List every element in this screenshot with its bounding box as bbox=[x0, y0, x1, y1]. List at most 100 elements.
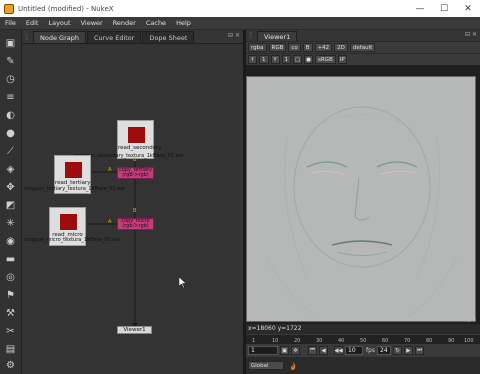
copy-micro-node[interactable]: copy_micro (rgb->rgb) bbox=[117, 218, 154, 230]
channels-dropdown[interactable]: RGB bbox=[268, 43, 287, 52]
read-thumbnail bbox=[60, 214, 77, 230]
transform-icon[interactable]: ✥ bbox=[4, 181, 17, 194]
flame-icon bbox=[291, 361, 296, 370]
mouse-cursor-icon bbox=[179, 277, 187, 288]
read-secondary-file: mugsun_secondary_textura_1kfface_01.exr bbox=[75, 153, 184, 159]
menu-render[interactable]: Render bbox=[108, 19, 141, 27]
fps-label: fps bbox=[366, 347, 376, 354]
format-label: square_2k bbox=[450, 316, 476, 322]
color-channel-dropdown[interactable]: co bbox=[288, 43, 301, 52]
deep-icon[interactable]: ◉ bbox=[4, 235, 17, 248]
lut-dropdown[interactable]: sRGB bbox=[315, 55, 336, 64]
face-texture-image bbox=[266, 106, 458, 318]
filter-icon[interactable]: ● bbox=[4, 127, 17, 140]
read-tertiary-file: mugsun_tertiary_textura_1kfface_01.exr bbox=[24, 186, 126, 192]
last-frame-icon[interactable]: ⏭ bbox=[415, 346, 425, 355]
step-back-icon[interactable]: ◀◀ bbox=[334, 346, 343, 355]
first-frame-icon[interactable]: ⏮ bbox=[308, 346, 317, 355]
menu-layout[interactable]: Layout bbox=[43, 19, 75, 27]
toolsets-icon[interactable]: ⚑ bbox=[4, 289, 17, 302]
gain-icon[interactable]: f bbox=[248, 55, 257, 64]
menu-viewer[interactable]: Viewer bbox=[76, 19, 108, 27]
left-panel-controls[interactable]: ⊟ ✕ bbox=[228, 32, 240, 39]
read-thumbnail bbox=[128, 127, 145, 143]
flipbook-icon[interactable]: ✲ bbox=[291, 346, 300, 355]
panel-grip-icon[interactable]: ⋮ bbox=[22, 31, 32, 43]
maximize-button[interactable]: ☐ bbox=[432, 0, 456, 17]
pixel-coords: x=18060 y=1722 bbox=[246, 324, 480, 334]
timeline-ruler[interactable]: 1 10 20 30 40 50 60 70 80 90 100 bbox=[246, 334, 480, 344]
merge-icon[interactable]: ◈ bbox=[4, 163, 17, 176]
views-icon[interactable]: ▬ bbox=[4, 253, 17, 266]
window-title: Untitled (modified) - NukeX bbox=[18, 4, 114, 13]
left-tab-bar: ⋮ Node Graph Curve Editor Dope Sheet ⊟ ✕ bbox=[22, 30, 243, 44]
gamma-field[interactable]: 1 bbox=[281, 55, 291, 64]
view-dropdown[interactable]: default bbox=[349, 43, 376, 52]
timeline-status: Global bbox=[246, 357, 480, 374]
viewer-controls-row2: f 1 Y 1 ▢ ● sRGB IP bbox=[246, 53, 480, 65]
viewer-image bbox=[246, 76, 476, 322]
menu-help[interactable]: Help bbox=[171, 19, 196, 27]
viewer-canvas[interactable]: square_2k bbox=[246, 65, 480, 324]
plugins-icon[interactable]: ▤ bbox=[4, 343, 17, 356]
viewer-controls-row1: rgba RGB co B +42 2D default bbox=[246, 41, 480, 53]
tab-dope-sheet[interactable]: Dope Sheet bbox=[142, 31, 195, 43]
menu-cache[interactable]: Cache bbox=[141, 19, 171, 27]
minimize-button[interactable]: — bbox=[408, 0, 432, 17]
current-frame-field[interactable]: 1 bbox=[248, 346, 278, 355]
other-icon[interactable]: ⚒ bbox=[4, 307, 17, 320]
copy-tertiary-node[interactable]: copy_tertiary (rgb->rgb) bbox=[117, 167, 154, 179]
layer-dropdown[interactable]: rgba bbox=[248, 43, 267, 52]
input-process-button[interactable]: IP bbox=[337, 55, 347, 64]
zoom-dropdown[interactable]: +42 bbox=[314, 43, 333, 52]
color-icon[interactable]: ◐ bbox=[4, 109, 17, 122]
furnace-icon[interactable]: ✂ bbox=[4, 325, 17, 338]
pause-icon[interactable]: ● bbox=[304, 55, 313, 64]
play-icon[interactable]: ▶ bbox=[404, 346, 414, 355]
3d-icon[interactable]: ◩ bbox=[4, 199, 17, 212]
menu-file[interactable]: File bbox=[0, 19, 21, 27]
menu-edit[interactable]: Edit bbox=[21, 19, 44, 27]
panel-grip-icon[interactable]: ⋮ bbox=[246, 29, 256, 41]
draw-icon[interactable]: ✎ bbox=[4, 55, 17, 68]
settings-icon[interactable]: ⚙ bbox=[4, 359, 17, 372]
nuke-logo-icon bbox=[4, 3, 14, 14]
title-bar: Untitled (modified) - NukeX — ☐ ✕ bbox=[0, 0, 480, 17]
gamma-icon[interactable]: Y bbox=[270, 55, 280, 64]
loop-icon[interactable]: ↻ bbox=[393, 346, 403, 355]
image-icon[interactable]: ▣ bbox=[4, 37, 17, 50]
pipe-a-label: A bbox=[108, 219, 112, 225]
tab-viewer1[interactable]: Viewer1 bbox=[257, 31, 298, 41]
frame-range-dropdown[interactable]: Global bbox=[248, 361, 284, 370]
particles-icon[interactable]: ✳ bbox=[4, 217, 17, 230]
playback-bar: 1 ▣ ✲ ⏮ ◀ ◀◀ 10 fps 24 ↻ ▶ ⏭ bbox=[246, 344, 480, 357]
node-sub-label: (rgb->rgb) bbox=[122, 172, 149, 178]
pipe-b-label: B bbox=[133, 157, 137, 163]
time-icon[interactable]: ◷ bbox=[4, 73, 17, 86]
viewer-panel: ⋮ Viewer1 ⊟ ✕ rgba RGB co B +42 2D defau… bbox=[246, 30, 480, 374]
step-field[interactable]: 10 bbox=[345, 346, 363, 355]
roi-icon[interactable]: ▢ bbox=[293, 55, 302, 64]
node-graph-canvas[interactable]: read_secondary mugsun_secondary_textura_… bbox=[22, 44, 243, 374]
pipe-a-label: A bbox=[108, 167, 112, 173]
read-thumbnail bbox=[65, 162, 82, 178]
node-label: read_secondary bbox=[118, 145, 162, 151]
window-controls: — ☐ ✕ bbox=[408, 0, 480, 17]
channel-icon[interactable]: ≡ bbox=[4, 91, 17, 104]
close-button[interactable]: ✕ bbox=[456, 0, 480, 17]
compare-dropdown[interactable]: B bbox=[302, 43, 313, 52]
viewer-panel-controls[interactable]: ⊟ ✕ bbox=[465, 31, 477, 38]
node-toolbar: ▣ ✎ ◷ ≡ ◐ ● ⟋ ◈ ✥ ◩ ✳ ◉ ▬ ◎ ⚑ ⚒ ✂ ▤ ⚙ bbox=[0, 30, 22, 374]
tab-curve-editor[interactable]: Curve Editor bbox=[86, 31, 142, 43]
viewer-node[interactable]: Viewer1 bbox=[117, 326, 152, 334]
keyer-icon[interactable]: ⟋ bbox=[4, 145, 17, 158]
prev-keyframe-icon[interactable]: ◀ bbox=[319, 346, 328, 355]
gain-field[interactable]: 1 bbox=[259, 55, 269, 64]
fps-field[interactable]: 24 bbox=[377, 346, 392, 355]
tab-node-graph[interactable]: Node Graph bbox=[33, 31, 86, 43]
view-mode-dropdown[interactable]: 2D bbox=[334, 43, 348, 52]
pipe-b-label: B bbox=[133, 208, 137, 214]
menu-bar: File Edit Layout Viewer Render Cache Hel… bbox=[0, 17, 480, 30]
metadata-icon[interactable]: ◎ bbox=[4, 271, 17, 284]
lock-icon[interactable]: ▣ bbox=[280, 346, 289, 355]
